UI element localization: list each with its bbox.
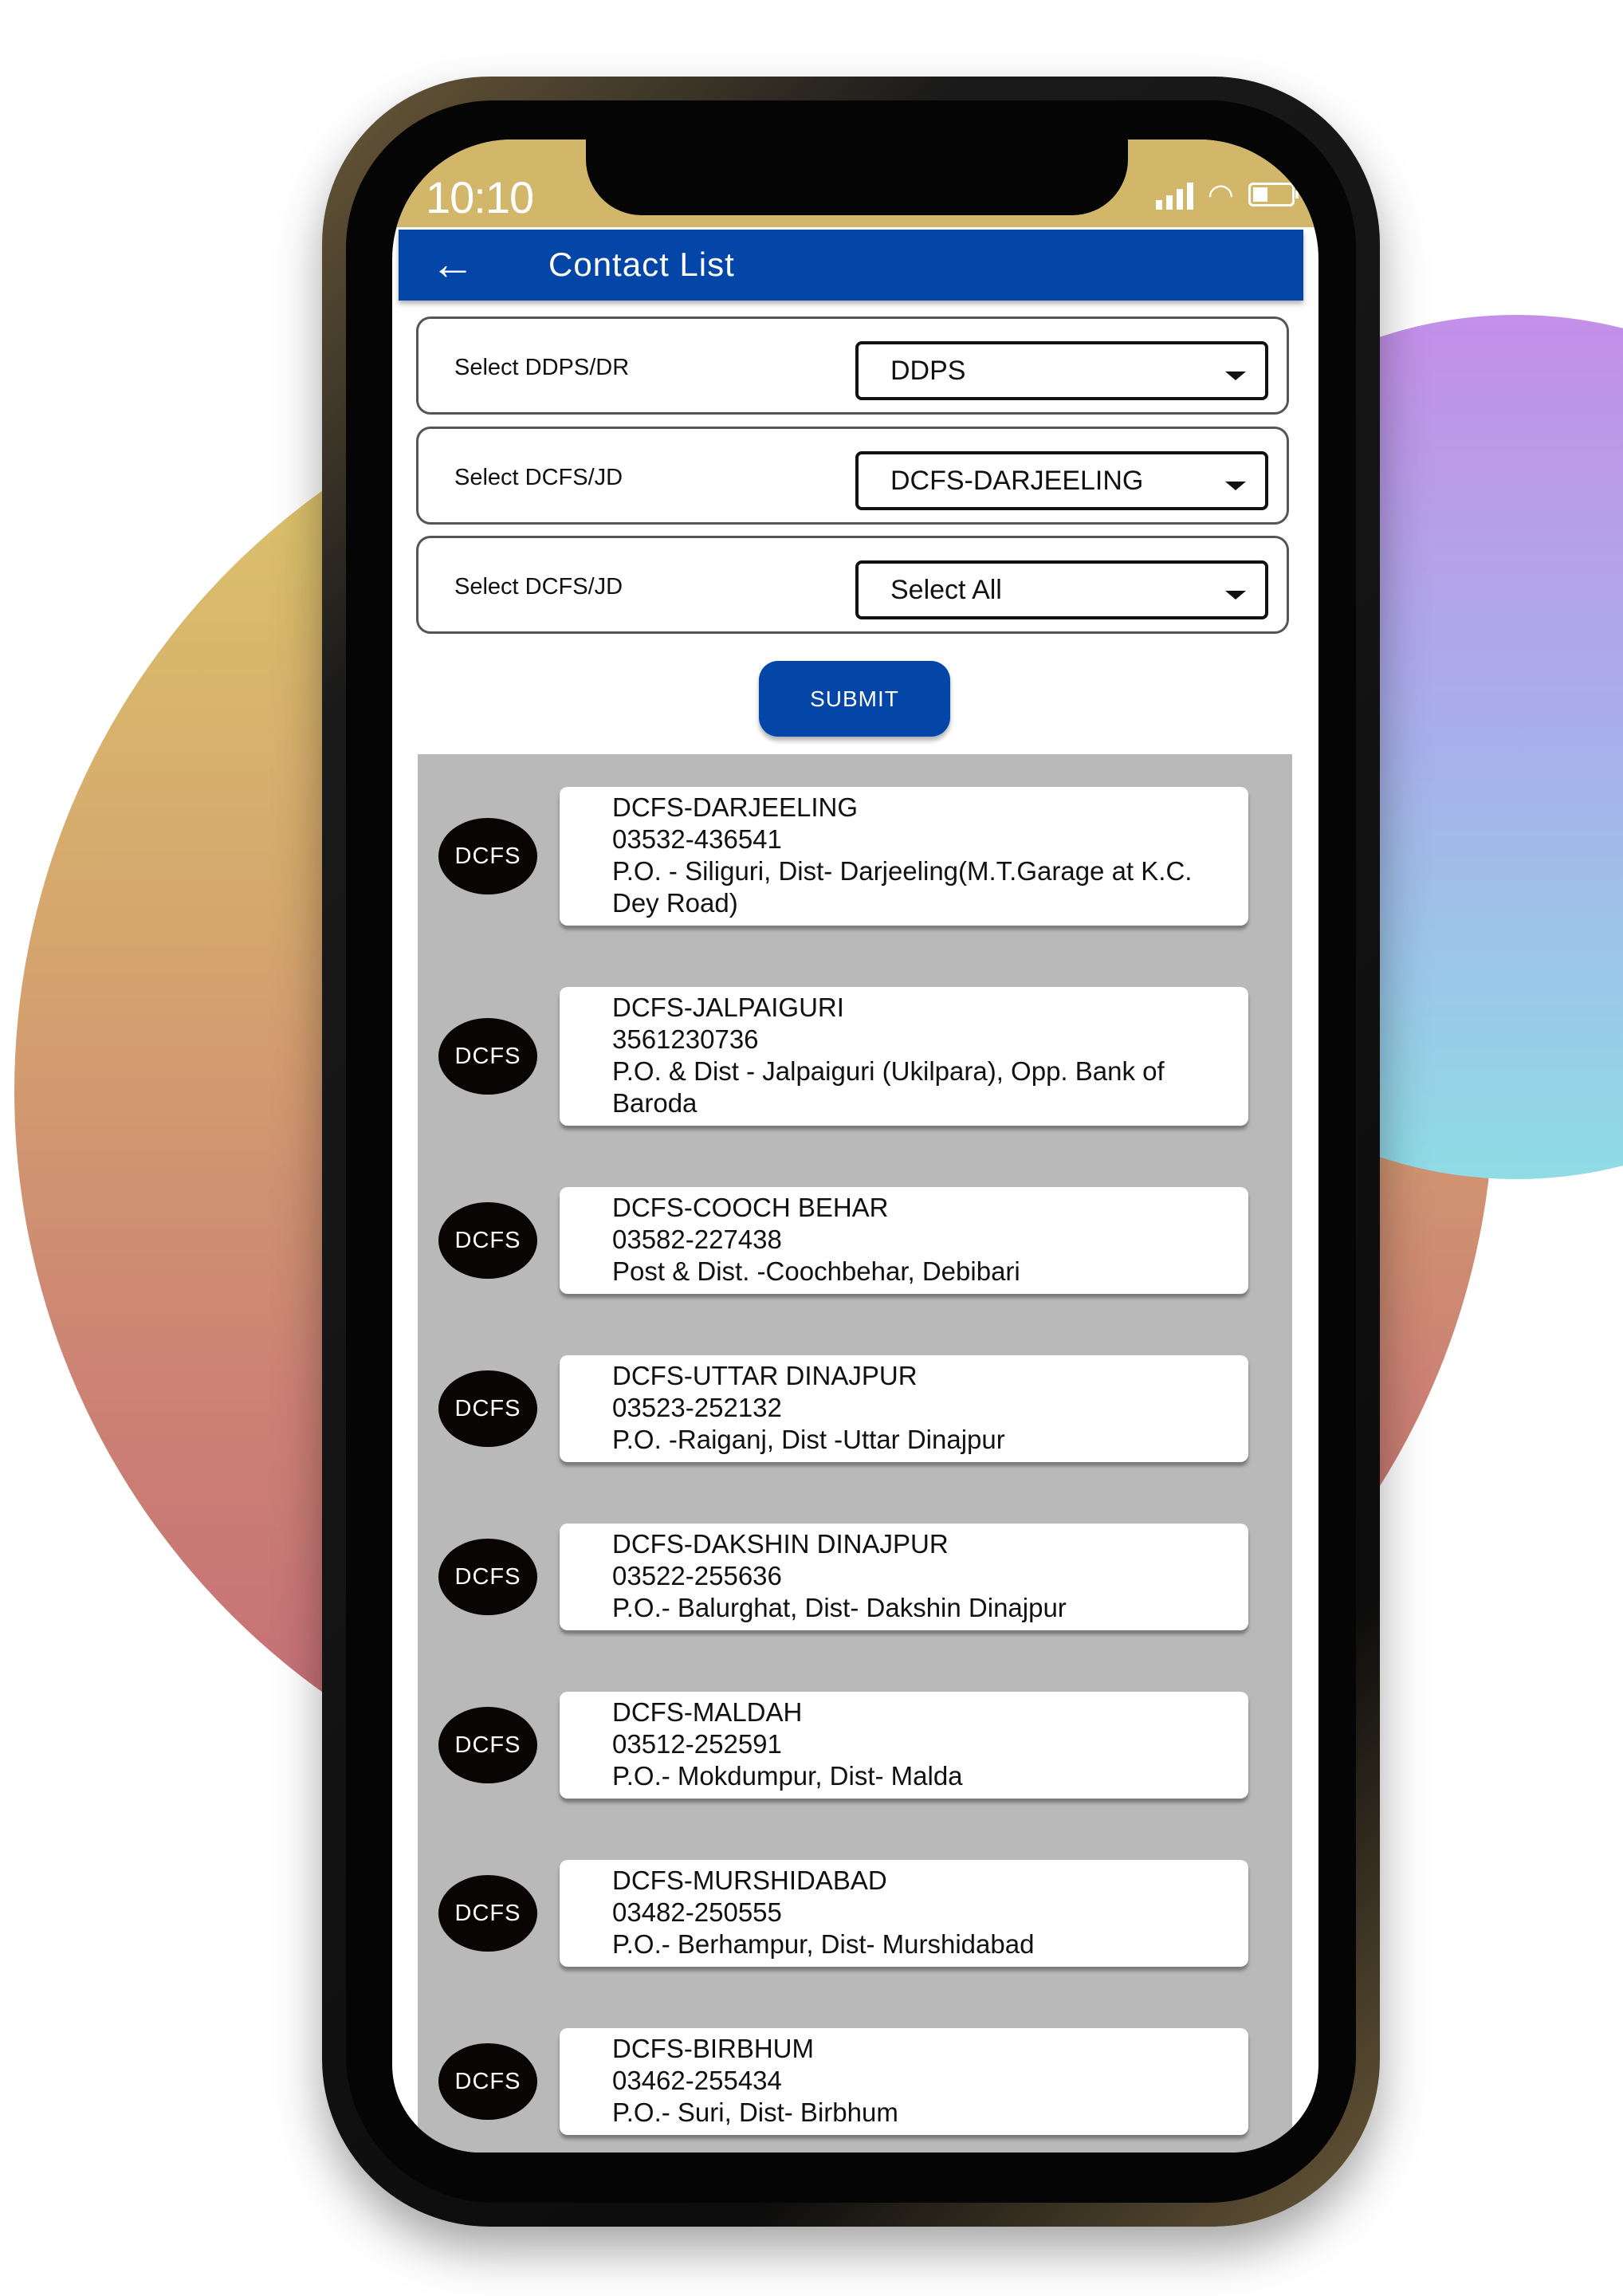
contact-name: DCFS-MURSHIDABAD: [612, 1866, 887, 1895]
dcfs-dropdown[interactable]: DCFS-DARJEELING: [855, 451, 1268, 510]
form-row-dcfs-all: Select DCFS/JD Select All: [416, 536, 1289, 634]
contact-avatar-badge: DCFS: [438, 1539, 537, 1615]
contact-name: DCFS-JALPAIGURI: [612, 993, 844, 1022]
contact-avatar-badge: DCFS: [438, 818, 537, 894]
form-row-ddps: Select DDPS/DR DDPS: [416, 316, 1289, 415]
contact-name: DCFS-BIRBHUM: [612, 2034, 814, 2063]
notch: [586, 140, 1128, 215]
status-bar: 10:10 ◠: [392, 140, 1318, 227]
phone-screen: 10:10 ◠ ← Contact List Select DDPS/DR DD…: [392, 140, 1318, 2152]
caret-down-icon: [1225, 591, 1246, 600]
contact-card[interactable]: DCFS-DAKSHIN DINAJPUR 03522-255636 P.O.-…: [560, 1523, 1248, 1630]
contact-name: DCFS-DARJEELING: [612, 792, 859, 822]
contact-name: DCFS-MALDAH: [612, 1697, 803, 1727]
wifi-icon: ◠: [1207, 179, 1234, 212]
contact-name: DCFS-COOCH BEHAR: [612, 1193, 889, 1222]
contact-list-item[interactable]: DCFS DCFS-DARJEELING 03532-436541 P.O. -…: [438, 787, 1248, 926]
caret-down-icon: [1225, 482, 1246, 490]
ddps-label: Select DDPS/DR: [454, 355, 630, 380]
submit-button[interactable]: SUBMIT: [759, 661, 950, 737]
contact-address: Post & Dist. -Coochbehar, Debibari: [612, 1256, 1020, 1286]
contact-avatar-badge: DCFS: [438, 1707, 537, 1783]
contact-address: P.O. - Siliguri, Dist- Darjeeling(M.T.Ga…: [612, 856, 1193, 918]
contact-address: P.O.- Berhampur, Dist- Murshidabad: [612, 1929, 1035, 1959]
contact-phone: 03582-227438: [612, 1225, 782, 1254]
contact-avatar-badge: DCFS: [438, 1202, 537, 1279]
contact-list-item[interactable]: DCFS DCFS-MALDAH 03512-252591 P.O.- Mokd…: [438, 1692, 1248, 1799]
contact-card[interactable]: DCFS-MURSHIDABAD 03482-250555 P.O.- Berh…: [560, 1860, 1248, 1967]
battery-icon: [1248, 183, 1299, 206]
page-title: Contact List: [548, 246, 735, 283]
contact-card[interactable]: DCFS-DARJEELING 03532-436541 P.O. - Sili…: [560, 787, 1248, 926]
contact-avatar-badge: DCFS: [438, 1875, 537, 1952]
contact-list-item[interactable]: DCFS DCFS-MURSHIDABAD 03482-250555 P.O.-…: [438, 1860, 1248, 1967]
contact-address: P.O.- Mokdumpur, Dist- Malda: [612, 1761, 963, 1791]
contact-list-item[interactable]: DCFS DCFS-COOCH BEHAR 03582-227438 Post …: [438, 1187, 1248, 1294]
contact-phone: 03523-252132: [612, 1393, 782, 1422]
dcfs-selected-value: DCFS-DARJEELING: [890, 466, 1144, 496]
contact-list-item[interactable]: DCFS DCFS-BIRBHUM 03462-255434 P.O.- Sur…: [438, 2028, 1248, 2135]
contact-list[interactable]: DCFS DCFS-DARJEELING 03532-436541 P.O. -…: [418, 754, 1292, 2152]
contact-avatar-badge: DCFS: [438, 2043, 537, 2120]
contact-card[interactable]: DCFS-COOCH BEHAR 03582-227438 Post & Dis…: [560, 1187, 1248, 1294]
contact-card[interactable]: DCFS-JALPAIGURI 3561230736 P.O. & Dist -…: [560, 987, 1248, 1126]
contact-list-item[interactable]: DCFS DCFS-UTTAR DINAJPUR 03523-252132 P.…: [438, 1355, 1248, 1462]
contact-address: P.O. & Dist - Jalpaiguri (Ukilpara), Opp…: [612, 1056, 1165, 1118]
contact-avatar-badge: DCFS: [438, 1018, 537, 1095]
contact-list-item[interactable]: DCFS DCFS-DAKSHIN DINAJPUR 03522-255636 …: [438, 1523, 1248, 1630]
contact-phone: 03522-255636: [612, 1561, 782, 1590]
contact-name: DCFS-DAKSHIN DINAJPUR: [612, 1529, 949, 1559]
contact-card[interactable]: DCFS-BIRBHUM 03462-255434 P.O.- Suri, Di…: [560, 2028, 1248, 2135]
contact-avatar-badge: DCFS: [438, 1370, 537, 1447]
form-row-dcfs: Select DCFS/JD DCFS-DARJEELING: [416, 427, 1289, 525]
dcfs-all-dropdown[interactable]: Select All: [855, 560, 1268, 619]
contact-phone: 03482-250555: [612, 1897, 782, 1927]
contact-phone: 03532-436541: [612, 824, 782, 854]
contact-card[interactable]: DCFS-MALDAH 03512-252591 P.O.- Mokdumpur…: [560, 1692, 1248, 1799]
dcfs-all-label: Select DCFS/JD: [454, 574, 623, 600]
contact-card[interactable]: DCFS-UTTAR DINAJPUR 03523-252132 P.O. -R…: [560, 1355, 1248, 1462]
contact-name: DCFS-UTTAR DINAJPUR: [612, 1361, 918, 1390]
status-time: 10:10: [426, 172, 534, 222]
app-bar: ← Contact List: [399, 230, 1303, 301]
caret-down-icon: [1225, 372, 1246, 380]
arrow-left-icon[interactable]: ←: [430, 238, 475, 289]
dcfs-label: Select DCFS/JD: [454, 465, 623, 490]
contact-phone: 3561230736: [612, 1024, 759, 1054]
contact-phone: 03512-252591: [612, 1729, 782, 1759]
contact-phone: 03462-255434: [612, 2066, 782, 2095]
dcfs-all-selected-value: Select All: [890, 575, 1002, 605]
contact-address: P.O.- Suri, Dist- Birbhum: [612, 2097, 898, 2127]
ddps-selected-value: DDPS: [890, 356, 966, 386]
signal-icon: [1155, 181, 1193, 210]
contact-address: P.O.- Balurghat, Dist- Dakshin Dinajpur: [612, 1593, 1067, 1622]
ddps-dropdown[interactable]: DDPS: [855, 341, 1268, 400]
contact-list-item[interactable]: DCFS DCFS-JALPAIGURI 3561230736 P.O. & D…: [438, 987, 1248, 1126]
contact-address: P.O. -Raiganj, Dist -Uttar Dinajpur: [612, 1425, 1005, 1454]
